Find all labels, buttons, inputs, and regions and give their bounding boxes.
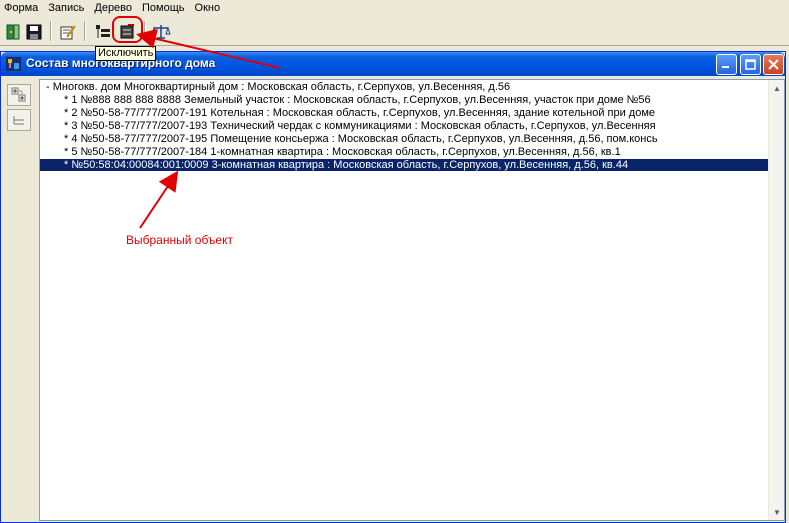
menu-help[interactable]: Помощь (137, 1, 190, 15)
menu-window[interactable]: Окно (190, 1, 226, 15)
toolbar (0, 16, 789, 46)
tree-root-node[interactable]: - Многокв. дом Многоквартирный дом : Мос… (46, 81, 510, 93)
menu-tree[interactable]: Дерево (89, 1, 137, 15)
tooltip: Исключить (95, 46, 157, 61)
annotation-label: Выбранный объект (126, 233, 233, 247)
close-icon (768, 59, 779, 70)
scales-button[interactable] (150, 21, 172, 43)
scroll-down-icon[interactable]: ▼ (769, 504, 784, 520)
save-button[interactable] (23, 21, 45, 43)
minimize-icon (722, 66, 729, 68)
tree-node[interactable]: * 2 №50-58-77/777/2007-191 Котельная : М… (64, 107, 655, 119)
exclude-highlight (112, 16, 143, 43)
expand-all-icon (11, 87, 26, 102)
vertical-scrollbar[interactable]: ▲ ▼ (768, 80, 784, 520)
collapse-all-button[interactable] (7, 109, 31, 131)
maximize-button[interactable] (740, 54, 761, 75)
close-button[interactable] (763, 54, 784, 75)
save-icon (26, 24, 42, 40)
minimize-button[interactable] (716, 54, 737, 75)
tree-node[interactable]: * 4 №50-58-77/777/2007-195 Помещение кон… (64, 133, 658, 145)
menu-bar: Форма Запись Дерево Помощь Окно (0, 0, 789, 16)
maximize-icon (745, 59, 756, 70)
include-button[interactable] (92, 21, 114, 43)
toolbar-separator (84, 21, 86, 41)
menu-form[interactable]: Форма (0, 1, 43, 15)
scales-icon (151, 25, 171, 39)
tree-view[interactable]: - Многокв. дом Многоквартирный дом : Мос… (39, 79, 785, 521)
edit-button[interactable] (57, 21, 79, 43)
tree-side-panel (7, 84, 33, 134)
tree-node[interactable]: * 1 №888 888 888 8888 Земельный участок … (64, 94, 651, 106)
window-app-icon (6, 57, 21, 71)
exit-icon (6, 24, 20, 40)
collapse-all-icon (13, 116, 24, 125)
exit-button[interactable] (2, 21, 24, 43)
tree-node[interactable]: * 5 №50-58-77/777/2007-184 1-комнатная к… (64, 146, 621, 158)
menu-record[interactable]: Запись (43, 1, 89, 15)
expand-all-button[interactable] (7, 84, 31, 106)
include-icon (96, 25, 110, 38)
toolbar-separator (50, 21, 52, 41)
scroll-up-icon[interactable]: ▲ (769, 80, 784, 96)
toolbar-separator (144, 21, 146, 41)
edit-icon (60, 25, 76, 40)
tree-node[interactable]: * 3 №50-58-77/777/2007-193 Технический ч… (64, 120, 656, 132)
child-window: Состав многоквартирного дома - Многокв. … (0, 51, 786, 523)
tree-node-selected[interactable]: * №50:58:04:00084:001:0009 3-комнатная к… (40, 159, 769, 171)
